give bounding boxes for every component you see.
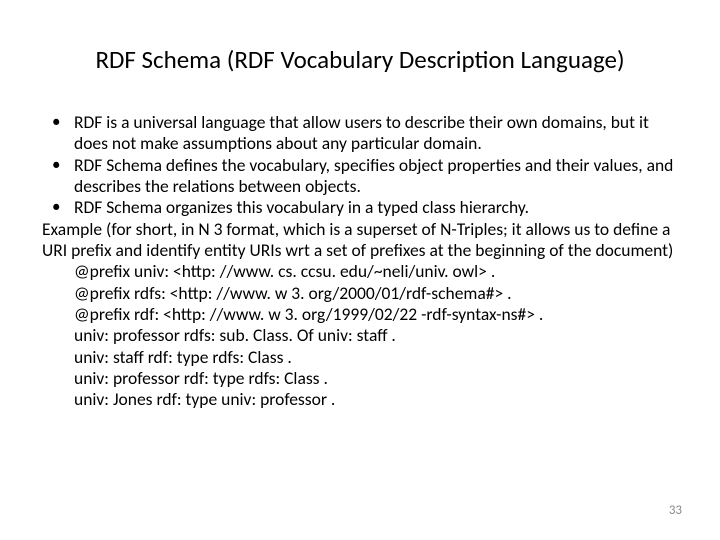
slide: RDF Schema (RDF Vocabulary Description L… (0, 0, 720, 540)
bullet-item: RDF Schema organizes this vocabulary in … (42, 197, 682, 218)
bullet-list: RDF is a universal language that allow u… (42, 112, 682, 219)
code-line: @prefix rdfs: <http: //www. w 3. org/200… (42, 283, 682, 304)
bullet-item: RDF is a universal language that allow u… (42, 112, 682, 155)
bullet-item: RDF Schema defines the vocabulary, speci… (42, 155, 682, 198)
code-line: @prefix rdf: <http: //www. w 3. org/1999… (42, 304, 682, 325)
example-intro: Example (for short, in N 3 format, which… (42, 219, 682, 262)
code-line: @prefix univ: <http: //www. cs. ccsu. ed… (42, 261, 682, 282)
code-line: univ: professor rdf: type rdfs: Class . (42, 368, 682, 389)
code-line: univ: professor rdfs: sub. Class. Of uni… (42, 325, 682, 346)
slide-title: RDF Schema (RDF Vocabulary Description L… (0, 44, 720, 75)
code-line: univ: Jones rdf: type univ: professor . (42, 389, 682, 410)
code-line: univ: staff rdf: type rdfs: Class . (42, 347, 682, 368)
slide-body: RDF is a universal language that allow u… (42, 112, 682, 411)
page-number: 33 (669, 503, 682, 518)
